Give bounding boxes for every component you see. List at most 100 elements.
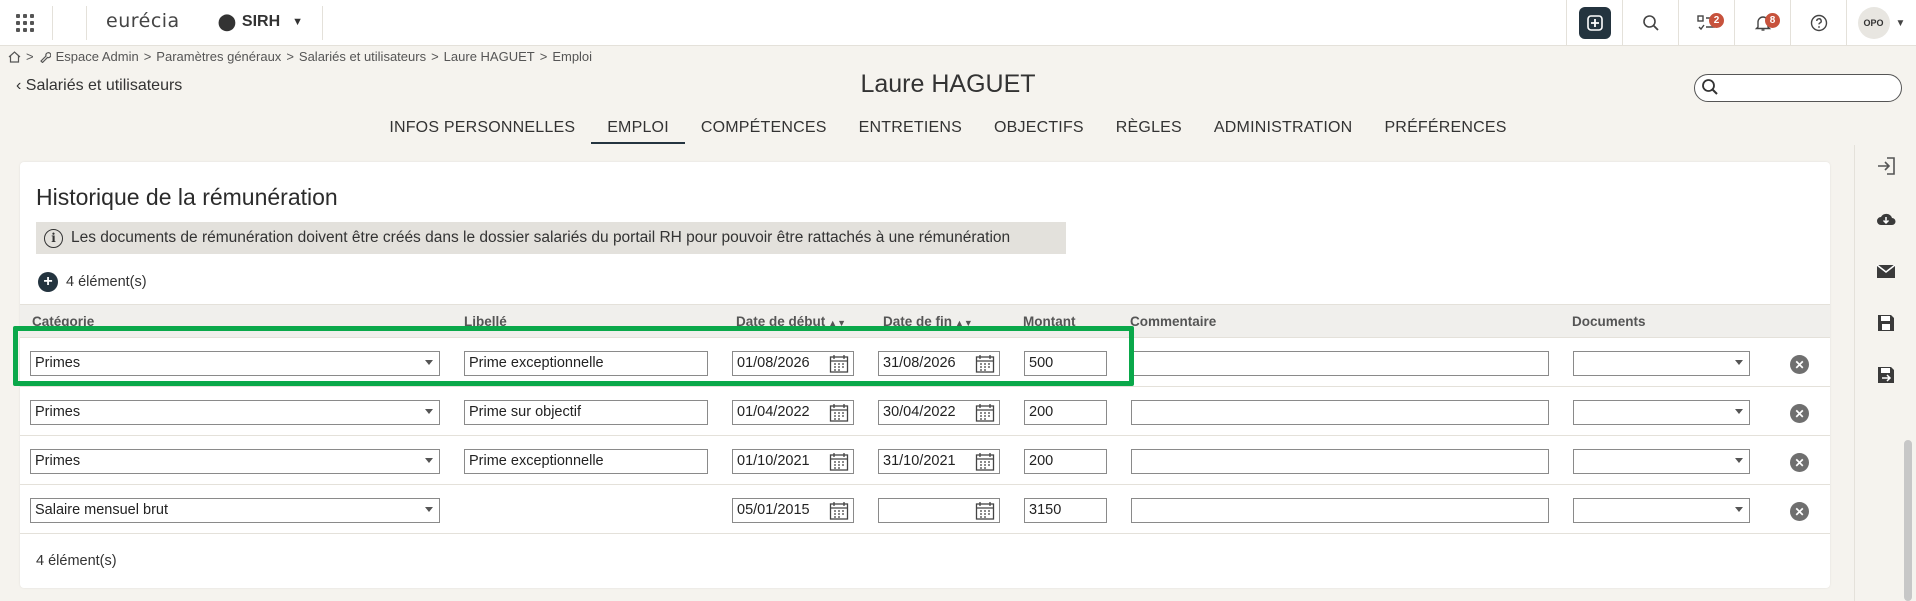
end-date-input[interactable]: 30/04/2022 xyxy=(878,400,1000,425)
calendar-icon[interactable] xyxy=(829,452,849,471)
column-header-date-fin[interactable]: Date de fin ▲▼ xyxy=(883,314,973,329)
search-button[interactable] xyxy=(1622,0,1678,46)
tab-entretiens[interactable]: ENTRETIENS xyxy=(843,117,978,144)
column-header-label: Date de début xyxy=(736,314,826,329)
label-input[interactable]: Prime exceptionnelle xyxy=(464,449,708,474)
comment-input[interactable] xyxy=(1131,449,1549,474)
divider xyxy=(52,6,53,40)
apps-grid-icon[interactable] xyxy=(16,14,34,32)
chevron-down-icon xyxy=(1735,458,1743,463)
footer-element-count: 4 élément(s) xyxy=(36,553,117,569)
search-icon xyxy=(1642,15,1659,31)
table-row: Primes Prime sur objectif 01/04/2022 30/… xyxy=(20,387,1830,436)
search-input[interactable] xyxy=(1725,78,1895,98)
amount-input[interactable]: 200 xyxy=(1024,449,1107,474)
home-icon[interactable] xyxy=(8,50,21,63)
sign-in-icon[interactable] xyxy=(1875,155,1897,177)
category-select[interactable]: Primes xyxy=(30,351,440,376)
delete-row-icon[interactable]: ✕ xyxy=(1790,502,1809,521)
start-date-value: 01/10/2021 xyxy=(737,453,810,469)
documents-select[interactable] xyxy=(1573,351,1750,376)
delete-row-icon[interactable]: ✕ xyxy=(1790,404,1809,423)
calendar-icon[interactable] xyxy=(975,403,995,422)
breadcrumb-separator: > xyxy=(143,49,152,64)
breadcrumb-item[interactable]: Paramètres généraux xyxy=(156,49,281,64)
scrollbar[interactable] xyxy=(1904,440,1912,601)
documents-select[interactable] xyxy=(1573,400,1750,425)
end-date-input[interactable]: 31/10/2021 xyxy=(878,449,1000,474)
start-date-input[interactable]: 05/01/2015 xyxy=(732,498,854,523)
tasks-badge: 2 xyxy=(1709,13,1724,28)
start-date-input[interactable]: 01/04/2022 xyxy=(732,400,854,425)
calendar-icon[interactable] xyxy=(829,403,849,422)
calendar-icon[interactable] xyxy=(829,501,849,520)
documents-select[interactable] xyxy=(1573,449,1750,474)
breadcrumb: > Espace Admin > Paramètres généraux > S… xyxy=(8,49,592,64)
label-input[interactable]: Prime exceptionnelle xyxy=(464,351,708,376)
employee-search[interactable] xyxy=(1694,74,1902,102)
calendar-icon[interactable] xyxy=(829,354,849,373)
tab-competences[interactable]: COMPÉTENCES xyxy=(685,117,843,144)
start-date-input[interactable]: 01/08/2026 xyxy=(732,351,854,376)
calendar-icon[interactable] xyxy=(975,501,995,520)
save-and-close-icon[interactable] xyxy=(1875,364,1897,386)
breadcrumb-item[interactable]: Laure HAGUET xyxy=(444,49,535,64)
cloud-download-icon[interactable] xyxy=(1875,208,1897,230)
end-date-input[interactable] xyxy=(878,498,1000,523)
column-header-label: Date de fin xyxy=(883,314,953,329)
add-circle-icon[interactable]: + xyxy=(38,272,58,292)
mail-icon[interactable] xyxy=(1875,260,1897,282)
tab-objectifs[interactable]: OBJECTIFS xyxy=(978,117,1100,144)
comment-input[interactable] xyxy=(1131,351,1549,376)
tab-preferences[interactable]: PRÉFÉRENCES xyxy=(1368,117,1522,144)
start-date-value: 05/01/2015 xyxy=(737,502,810,518)
amount-input[interactable]: 500 xyxy=(1024,351,1107,376)
amount-input[interactable]: 3150 xyxy=(1024,498,1107,523)
page-title: Laure HAGUET xyxy=(860,70,1036,98)
amount-input[interactable]: 200 xyxy=(1024,400,1107,425)
label-input[interactable]: Prime sur objectif xyxy=(464,400,708,425)
tab-infos-personnelles[interactable]: INFOS PERSONNELLES xyxy=(373,117,591,144)
save-icon[interactable] xyxy=(1875,312,1897,334)
column-header-montant: Montant xyxy=(1023,314,1076,329)
info-banner: i Les documents de rémunération doivent … xyxy=(36,222,1066,254)
tab-administration[interactable]: ADMINISTRATION xyxy=(1198,117,1369,144)
notifications-button[interactable]: 8 xyxy=(1734,0,1790,46)
tab-regles[interactable]: RÈGLES xyxy=(1100,117,1198,144)
add-element[interactable]: + 4 élément(s) xyxy=(38,272,147,292)
calendar-icon[interactable] xyxy=(975,452,995,471)
documents-select[interactable] xyxy=(1573,498,1750,523)
column-header-libelle: Libellé xyxy=(464,314,507,329)
element-count: 4 élément(s) xyxy=(66,274,147,290)
start-date-input[interactable]: 01/10/2021 xyxy=(732,449,854,474)
comment-input[interactable] xyxy=(1131,400,1549,425)
column-header-commentaire: Commentaire xyxy=(1130,314,1217,329)
category-value: Primes xyxy=(35,355,81,371)
tab-emploi[interactable]: EMPLOI xyxy=(591,117,685,144)
section-title: Historique de la rémunération xyxy=(36,184,338,210)
category-select[interactable]: Primes xyxy=(30,449,440,474)
create-button[interactable] xyxy=(1566,0,1622,46)
module-selector[interactable]: ⬤ SIRH ▼ xyxy=(218,12,303,32)
delete-row-icon[interactable]: ✕ xyxy=(1790,355,1809,374)
calendar-icon[interactable] xyxy=(975,354,995,373)
category-select[interactable]: Primes xyxy=(30,400,440,425)
end-date-input[interactable]: 31/08/2026 xyxy=(878,351,1000,376)
comment-input[interactable] xyxy=(1131,498,1549,523)
breadcrumb-item[interactable]: Salariés et utilisateurs xyxy=(299,49,426,64)
tasks-button[interactable]: 2 xyxy=(1678,0,1734,46)
chevron-down-icon: ▼ xyxy=(292,16,304,28)
delete-row-icon[interactable]: ✕ xyxy=(1790,453,1809,472)
user-menu[interactable]: OPO ▼ xyxy=(1846,0,1916,46)
help-button[interactable] xyxy=(1790,0,1846,46)
breadcrumb-separator: > xyxy=(286,49,294,64)
column-header-date-debut[interactable]: Date de début ▲▼ xyxy=(736,314,846,329)
breadcrumb-item[interactable]: Espace Admin xyxy=(56,49,139,64)
chevron-down-icon xyxy=(1735,507,1743,512)
end-date-value: 31/10/2021 xyxy=(883,453,956,469)
category-select[interactable]: Salaire mensuel brut xyxy=(30,498,440,523)
info-text: Les documents de rémunération doivent êt… xyxy=(71,229,1011,246)
app-logo: eurécia xyxy=(106,10,180,32)
breadcrumb-separator: > xyxy=(431,49,439,64)
breadcrumb-separator: > xyxy=(539,49,548,64)
